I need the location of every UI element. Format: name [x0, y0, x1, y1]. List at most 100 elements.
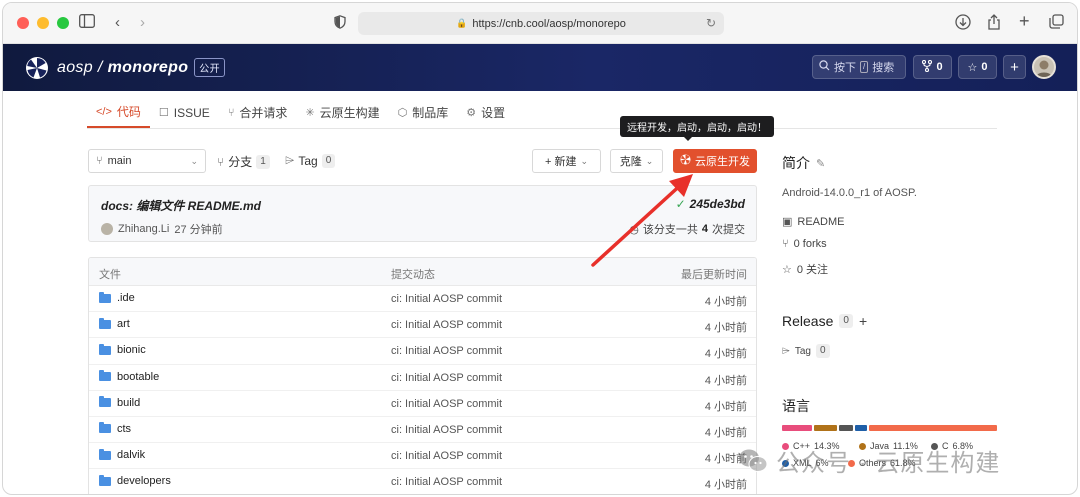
commit-message[interactable]: ci: Initial AOSP commit	[391, 319, 502, 331]
star-icon: ☆	[782, 263, 792, 276]
repo-owner-link[interactable]: aosp	[57, 59, 93, 77]
table-row[interactable]: .ide ci: Initial AOSP commit 4 小时前	[89, 286, 756, 313]
zoom-window-button[interactable]	[57, 17, 69, 29]
merge-request-icon: ⑂	[227, 106, 235, 119]
commit-count-suffix: 次提交	[712, 224, 745, 236]
shield-icon[interactable]	[334, 15, 346, 34]
stars-count: 0	[981, 61, 988, 73]
forks-link[interactable]: ⑂ 0 forks	[782, 238, 827, 250]
readme-label: README	[797, 215, 845, 228]
column-header: 提交动态	[391, 269, 435, 281]
url-text: https://cnb.cool/aosp/monorepo	[472, 17, 626, 30]
tab-code[interactable]: </> 代码	[87, 97, 150, 128]
new-tab-icon[interactable]: +	[1019, 12, 1030, 30]
folder-icon	[99, 291, 111, 303]
back-icon[interactable]: ‹	[115, 14, 120, 32]
table-row[interactable]: build ci: Initial AOSP commit 4 小时前	[89, 391, 756, 417]
chevron-down-icon: ⌄	[645, 155, 654, 166]
commit-message[interactable]: ci: Initial AOSP commit	[391, 424, 502, 436]
author-avatar	[101, 223, 113, 235]
add-release-icon[interactable]: +	[859, 313, 867, 329]
table-row[interactable]: cts ci: Initial AOSP commit 4 小时前	[89, 417, 756, 444]
branch-icon: ⑂	[96, 155, 103, 167]
forward-icon[interactable]: ›	[140, 14, 145, 32]
table-row[interactable]: developers ci: Initial AOSP commit 4 小时前	[89, 469, 756, 494]
fork-icon	[922, 59, 933, 75]
file-table: 文件 提交动态 最后更新时间 .ide ci: Initial AOSP com…	[88, 257, 757, 494]
language-bar-segment	[854, 425, 868, 431]
reload-icon[interactable]: ↻	[706, 16, 716, 30]
file-name-link[interactable]: cts	[117, 423, 131, 435]
repo-name-link[interactable]: monorepo	[108, 59, 189, 77]
readme-link[interactable]: ▣ README	[782, 215, 845, 229]
tab-packages[interactable]: ⬡ 制品库	[389, 97, 458, 128]
tags-link[interactable]: ⌲ Tag 0	[285, 153, 336, 168]
forks-button[interactable]: 0	[913, 55, 952, 79]
user-avatar[interactable]	[1032, 55, 1056, 79]
author-name[interactable]: Zhihang.Li	[118, 223, 169, 235]
search-hint-press: 按下	[834, 62, 856, 74]
tab-cloud-build[interactable]: ✳ 云原生构建	[296, 97, 388, 128]
file-name-link[interactable]: art	[117, 318, 130, 330]
edit-icon[interactable]: ✎	[816, 157, 825, 170]
commit-message[interactable]: ci: Initial AOSP commit	[391, 450, 502, 462]
commit-message[interactable]: ci: Initial AOSP commit	[391, 345, 502, 357]
tab-merge-requests[interactable]: ⑂ 合并请求	[219, 97, 297, 128]
commit-message[interactable]: ci: Initial AOSP commit	[391, 398, 502, 410]
release-title: Release	[782, 313, 834, 329]
minimize-window-button[interactable]	[37, 17, 49, 29]
file-name-link[interactable]: build	[117, 397, 140, 409]
table-row[interactable]: bootable ci: Initial AOSP commit 4 小时前	[89, 365, 756, 391]
cnb-logo-icon[interactable]	[25, 56, 49, 80]
language-bar-segment	[813, 425, 837, 431]
branches-count: 1	[256, 154, 270, 169]
commit-time: 27 分钟前	[174, 224, 223, 236]
star-button[interactable]: ☆ 0	[958, 55, 997, 79]
create-plus-button[interactable]: +	[1003, 55, 1026, 79]
search-icon	[819, 60, 830, 74]
issue-icon: ☐	[158, 107, 169, 119]
commit-author: Zhihang.Li 27 分钟前	[101, 221, 223, 237]
folder-icon	[99, 370, 111, 382]
languages-heading: 语言	[782, 398, 810, 414]
table-row[interactable]: dalvik ci: Initial AOSP commit 4 小时前	[89, 443, 756, 470]
sidebar-toggle-icon[interactable]	[79, 14, 95, 33]
file-name-link[interactable]: developers	[117, 475, 171, 487]
file-name-link[interactable]: bootable	[117, 371, 159, 383]
commit-message-link[interactable]: docs: 编辑文件 README.md	[101, 197, 261, 214]
browser-toolbar: ‹ › 🔒 https://cnb.cool/aosp/monorepo ↻ +	[3, 3, 1077, 44]
watermark-text: 公众号 · 云原生构建	[776, 450, 1001, 477]
tab-issue[interactable]: ☐ ISSUE	[150, 97, 219, 128]
share-icon[interactable]	[987, 14, 1001, 35]
commit-message[interactable]: ci: Initial AOSP commit	[391, 372, 502, 384]
folder-icon	[99, 317, 111, 329]
watermark: 公众号 · 云原生构建	[738, 443, 1000, 478]
fork-icon: ⑂	[782, 238, 789, 250]
language-bar-segment	[838, 425, 853, 431]
tab-label: 制品库	[412, 106, 449, 120]
table-row[interactable]: art ci: Initial AOSP commit 4 小时前	[89, 312, 756, 339]
tab-settings[interactable]: ⚙ 设置	[457, 97, 514, 128]
language-bar-segment	[869, 425, 997, 431]
table-row[interactable]: bionic ci: Initial AOSP commit 4 小时前	[89, 338, 756, 365]
tags-sidebar-link[interactable]: ⌲ Tag 0	[782, 344, 830, 358]
branches-link[interactable]: ⑂ 分支 1	[217, 153, 270, 170]
commit-message[interactable]: ci: Initial AOSP commit	[391, 293, 502, 305]
address-bar[interactable]: 🔒 https://cnb.cool/aosp/monorepo ↻	[358, 12, 724, 35]
path-separator: /	[97, 58, 103, 76]
dev-tooltip: 远程开发，启动，启动，启动！	[620, 116, 774, 141]
download-icon[interactable]	[955, 14, 971, 35]
branch-name: main	[107, 155, 132, 167]
watch-link[interactable]: ☆ 0 关注	[782, 261, 828, 277]
file-name-link[interactable]: .ide	[117, 292, 135, 304]
close-window-button[interactable]	[17, 17, 29, 29]
file-name-link[interactable]: dalvik	[117, 449, 145, 461]
visibility-badge: 公开	[194, 58, 225, 77]
tab-overview-icon[interactable]	[1049, 14, 1064, 34]
commit-message[interactable]: ci: Initial AOSP commit	[391, 476, 502, 488]
branch-select[interactable]: ⑂ main ⌄	[88, 149, 206, 173]
star-icon: ☆	[967, 61, 978, 74]
column-header: 文件	[99, 269, 121, 281]
file-name-link[interactable]: bionic	[117, 344, 146, 356]
global-search-button[interactable]: 按下 / 搜索	[812, 55, 906, 79]
